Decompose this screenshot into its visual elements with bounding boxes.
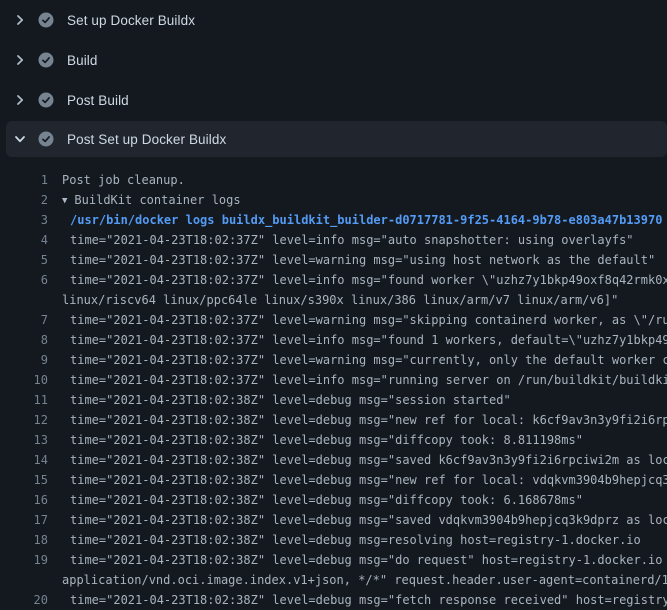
check-circle-icon: [38, 52, 54, 68]
group-expand-triangle-icon[interactable]: ▼: [62, 191, 67, 211]
step-row-post-set-up-docker-buildx[interactable]: Post Set up Docker Buildx: [6, 121, 667, 157]
log-text: application/vnd.oci.image.index.v1+json,…: [62, 570, 667, 590]
log-text: linux/riscv64 linux/ppc64le linux/s390x …: [62, 290, 618, 310]
line-number[interactable]: 3: [0, 210, 48, 230]
line-number[interactable]: 11: [0, 390, 48, 410]
line-number[interactable]: 7: [0, 310, 48, 330]
log-line: 9 time="2021-04-23T18:02:37Z" level=warni…: [0, 350, 667, 370]
log-text: time="2021-04-23T18:02:38Z" level=debug …: [70, 590, 667, 610]
log-line: 19 time="2021-04-23T18:02:38Z" level=debu…: [0, 550, 667, 570]
log-line-wrap: application/vnd.oci.image.index.v1+json,…: [0, 570, 667, 590]
log-text: time="2021-04-23T18:02:38Z" level=debug …: [70, 410, 667, 430]
chevron-right-icon: [12, 12, 28, 28]
log-line: 1 Post job cleanup.: [0, 170, 667, 190]
log-text: time="2021-04-23T18:02:37Z" level=info m…: [70, 270, 667, 290]
line-number[interactable]: 10: [0, 370, 48, 390]
line-number[interactable]: 9: [0, 350, 48, 370]
step-title: Build: [67, 53, 98, 68]
log-line: 14 time="2021-04-23T18:02:38Z" level=debu…: [0, 450, 667, 470]
log-text: time="2021-04-23T18:02:37Z" level=warnin…: [70, 350, 667, 370]
log-line: 13 time="2021-04-23T18:02:38Z" level=debu…: [0, 430, 667, 450]
log-line: 16 time="2021-04-23T18:02:38Z" level=debu…: [0, 490, 667, 510]
log-line: 5 time="2021-04-23T18:02:37Z" level=warni…: [0, 250, 667, 270]
line-number[interactable]: 17: [0, 510, 48, 530]
chevron-right-icon: [12, 52, 28, 68]
log-text: time="2021-04-23T18:02:38Z" level=debug …: [70, 450, 667, 470]
log-text: Post job cleanup.: [62, 170, 185, 190]
step-row-post-build[interactable]: Post Build: [0, 80, 667, 120]
log-text: time="2021-04-23T18:02:37Z" level=info m…: [70, 370, 667, 390]
line-number[interactable]: 5: [0, 250, 48, 270]
log-text[interactable]: ▼BuildKit container logs: [62, 190, 241, 210]
step-row-set-up-docker-buildx[interactable]: Set up Docker Buildx: [0, 0, 667, 40]
line-number[interactable]: 6: [0, 270, 48, 290]
log-text: time="2021-04-23T18:02:38Z" level=debug …: [70, 430, 583, 450]
step-title: Set up Docker Buildx: [67, 13, 195, 28]
line-number: [0, 290, 48, 310]
line-number: [0, 570, 48, 590]
log-text: time="2021-04-23T18:02:37Z" level=warnin…: [70, 250, 655, 270]
log-area: 1 Post job cleanup. 2 ▼BuildKit container l…: [0, 157, 667, 610]
step-row-build[interactable]: Build: [0, 40, 667, 80]
log-line: 15 time="2021-04-23T18:02:38Z" level=debu…: [0, 470, 667, 490]
log-line: 18 time="2021-04-23T18:02:38Z" level=debu…: [0, 530, 667, 550]
step-title: Post Set up Docker Buildx: [67, 132, 226, 147]
log-line-wrap: linux/riscv64 linux/ppc64le linux/s390x …: [0, 290, 667, 310]
line-number[interactable]: 15: [0, 470, 48, 490]
log-text: time="2021-04-23T18:02:38Z" level=debug …: [70, 530, 641, 550]
log-line: 2 ▼BuildKit container logs: [0, 190, 667, 210]
line-number[interactable]: 4: [0, 230, 48, 250]
line-number[interactable]: 1: [0, 170, 48, 190]
line-number[interactable]: 2: [0, 190, 48, 210]
log-line: 20 time="2021-04-23T18:02:38Z" level=debu…: [0, 590, 667, 610]
line-number[interactable]: 16: [0, 490, 48, 510]
log-text: time="2021-04-23T18:02:37Z" level=info m…: [70, 330, 667, 350]
log-line: 6 time="2021-04-23T18:02:37Z" level=info …: [0, 270, 667, 290]
log-line: 10 time="2021-04-23T18:02:37Z" level=info…: [0, 370, 667, 390]
log-text: time="2021-04-23T18:02:38Z" level=debug …: [70, 550, 667, 570]
log-line: 8 time="2021-04-23T18:02:37Z" level=info …: [0, 330, 667, 350]
log-line: 7 time="2021-04-23T18:02:37Z" level=warni…: [0, 310, 667, 330]
command-text: /usr/bin/docker logs buildx_buildkit_bui…: [70, 210, 662, 230]
check-circle-icon: [38, 131, 54, 147]
log-line: 11 time="2021-04-23T18:02:38Z" level=debu…: [0, 390, 667, 410]
log-line: 12 time="2021-04-23T18:02:38Z" level=debu…: [0, 410, 667, 430]
log-line: 4 time="2021-04-23T18:02:37Z" level=info …: [0, 230, 667, 250]
log-line: 17 time="2021-04-23T18:02:38Z" level=debu…: [0, 510, 667, 530]
line-number[interactable]: 18: [0, 530, 48, 550]
log-text: time="2021-04-23T18:02:38Z" level=debug …: [70, 470, 667, 490]
chevron-down-icon: [12, 131, 28, 147]
log-text: time="2021-04-23T18:02:38Z" level=debug …: [70, 510, 667, 530]
check-circle-icon: [38, 12, 54, 28]
log-text: time="2021-04-23T18:02:37Z" level=warnin…: [70, 310, 667, 330]
line-number[interactable]: 14: [0, 450, 48, 470]
line-number[interactable]: 19: [0, 550, 48, 570]
line-number[interactable]: 12: [0, 410, 48, 430]
check-circle-icon: [38, 92, 54, 108]
log-line: 3/usr/bin/docker logs buildx_buildkit_bu…: [0, 210, 667, 230]
log-text: time="2021-04-23T18:02:38Z" level=debug …: [70, 490, 583, 510]
steps-list: Set up Docker Buildx Build Post Build Post …: [0, 0, 667, 157]
step-title: Post Build: [67, 93, 129, 108]
line-number[interactable]: 20: [0, 590, 48, 610]
log-text: time="2021-04-23T18:02:38Z" level=debug …: [70, 390, 511, 410]
line-number[interactable]: 13: [0, 430, 48, 450]
chevron-right-icon: [12, 92, 28, 108]
log-text: time="2021-04-23T18:02:37Z" level=info m…: [70, 230, 634, 250]
line-number[interactable]: 8: [0, 330, 48, 350]
